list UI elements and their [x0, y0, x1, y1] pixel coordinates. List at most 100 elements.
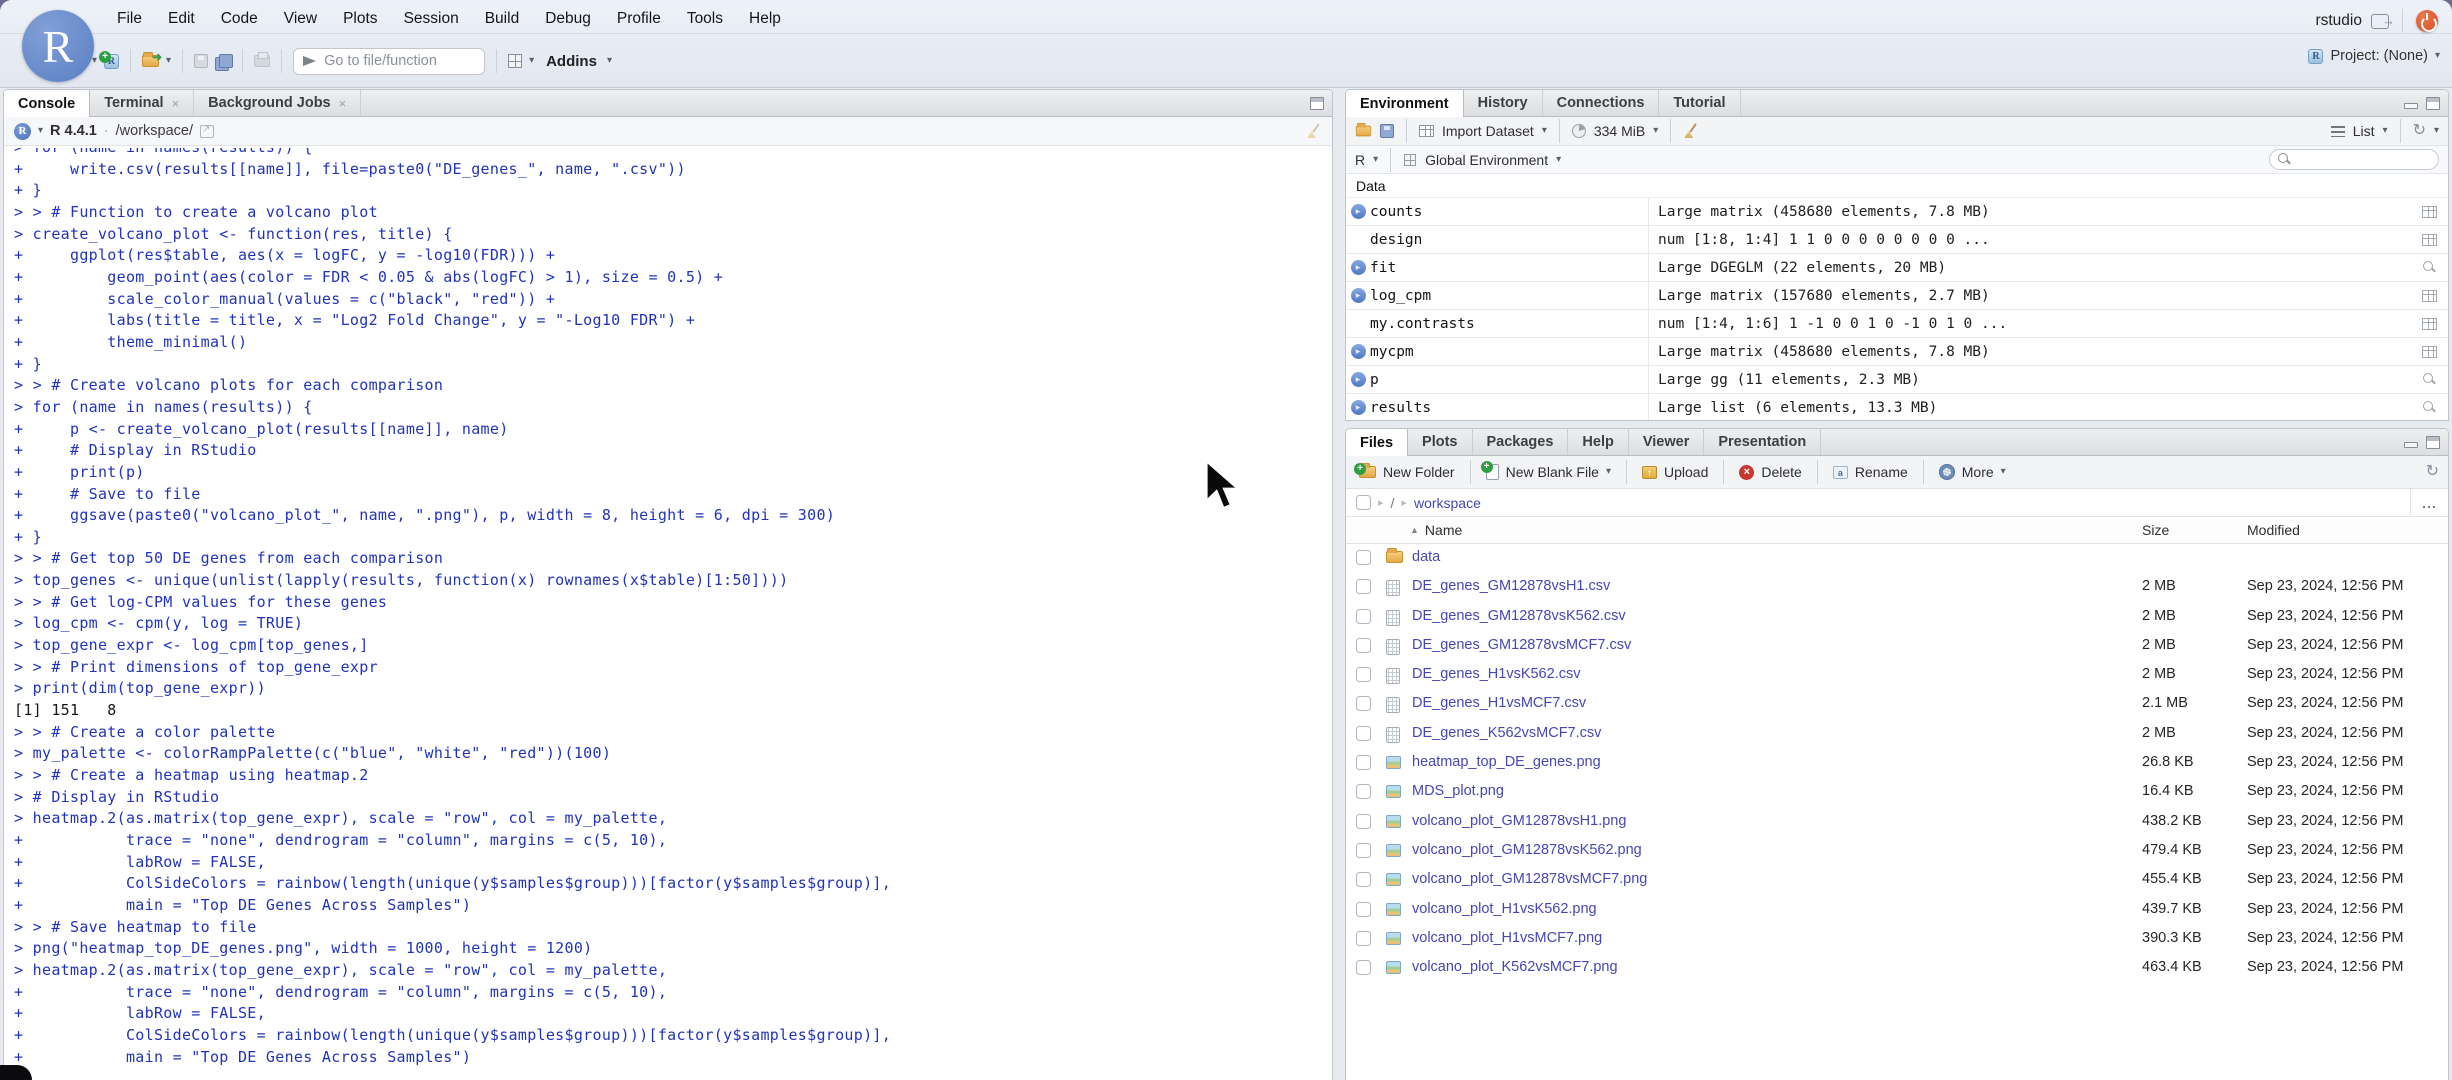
- file-name-link[interactable]: DE_genes_H1vsK562.csv: [1412, 666, 1580, 682]
- import-dataset-button[interactable]: Import Dataset: [1442, 123, 1534, 139]
- console-tab-background-jobs[interactable]: Background Jobs ×: [194, 90, 362, 116]
- file-row[interactable]: DE_genes_GM12878vsMCF7.csv 2 MB Sep 23, 20…: [1346, 632, 2448, 661]
- goto-file-function-input[interactable]: Go to file/function: [293, 47, 486, 75]
- more-button[interactable]: More ▾: [1935, 464, 2010, 480]
- save-all-icon[interactable]: [215, 53, 234, 71]
- addins-grid-icon[interactable]: [508, 54, 523, 68]
- breadcrumb-workspace-link[interactable]: workspace: [1414, 495, 1481, 511]
- open-in-window-icon[interactable]: [200, 124, 214, 138]
- file-row[interactable]: data: [1346, 544, 2448, 573]
- modified-column-header[interactable]: Modified: [2247, 522, 2300, 538]
- view-table-icon[interactable]: [2421, 233, 2437, 246]
- menu-debug[interactable]: Debug: [532, 5, 604, 33]
- menu-edit[interactable]: Edit: [155, 5, 208, 33]
- view-table-icon[interactable]: [2421, 205, 2437, 218]
- file-checkbox[interactable]: [1356, 960, 1371, 976]
- file-name-link[interactable]: data: [1412, 549, 1440, 565]
- new-blank-file-button[interactable]: + New Blank File ▾: [1480, 461, 1615, 480]
- console-output-area[interactable]: > for (name in names(results)) {+ write.…: [4, 148, 1332, 1080]
- minimize-pane-icon[interactable]: [2404, 442, 2418, 448]
- open-file-icon[interactable]: ➜: [142, 50, 162, 67]
- refresh-environment-icon[interactable]: ↻: [2413, 123, 2426, 139]
- console-tab-terminal[interactable]: Terminal ×: [90, 90, 195, 116]
- project-row[interactable]: R Project: (None) ▾: [2308, 48, 2440, 64]
- new-project-icon[interactable]: R +: [99, 50, 120, 69]
- file-checkbox[interactable]: [1356, 930, 1371, 946]
- file-checkbox[interactable]: [1356, 579, 1371, 595]
- file-name-link[interactable]: volcano_plot_H1vsK562.png: [1412, 901, 1597, 917]
- environment-object-row[interactable]: ▸ mycpm Large matrix (458680 elements, 7.8…: [1346, 338, 2448, 366]
- file-checkbox[interactable]: [1356, 608, 1371, 624]
- expand-object-icon[interactable]: ▸: [1350, 288, 1366, 303]
- file-name-link[interactable]: DE_genes_GM12878vsMCF7.csv: [1412, 637, 1631, 653]
- file-row[interactable]: volcano_plot_GM12878vsH1.png 438.2 KB Sep …: [1346, 808, 2448, 837]
- environment-object-row[interactable]: design num [1:8, 1:4] 1 1 0 0 0 0 0 0 0 0…: [1346, 226, 2448, 254]
- file-row[interactable]: DE_genes_K562vsMCF7.csv 2 MB Sep 23, 2024,…: [1346, 720, 2448, 749]
- menu-code[interactable]: Code: [208, 5, 271, 33]
- file-checkbox[interactable]: [1356, 637, 1371, 653]
- save-workspace-icon[interactable]: [1380, 124, 1394, 138]
- new-folder-button[interactable]: + New Folder: [1354, 463, 1459, 480]
- save-icon[interactable]: [194, 54, 209, 68]
- view-table-icon[interactable]: [2421, 317, 2437, 330]
- file-checkbox[interactable]: [1356, 784, 1371, 800]
- file-row[interactable]: volcano_plot_GM12878vsMCF7.png 455.4 KB Se…: [1346, 866, 2448, 895]
- inspect-object-icon[interactable]: [2422, 373, 2436, 386]
- file-row[interactable]: heatmap_top_DE_genes.png 26.8 KB Sep 23, 2…: [1346, 749, 2448, 778]
- files-tab-files[interactable]: Files: [1346, 429, 1409, 456]
- upload-button[interactable]: ↑ Upload: [1638, 464, 1712, 480]
- files-tab-viewer[interactable]: Viewer: [1629, 429, 1705, 455]
- open-file-caret-icon[interactable]: ▾: [166, 56, 171, 66]
- inspect-object-icon[interactable]: [2422, 401, 2436, 414]
- file-row[interactable]: volcano_plot_K562vsMCF7.png 463.4 KB Sep 2…: [1346, 954, 2448, 983]
- file-row[interactable]: MDS_plot.png 16.4 KB Sep 23, 2024, 12:56 P…: [1346, 778, 2448, 807]
- clear-environment-icon[interactable]: [1683, 123, 1699, 139]
- breadcrumb-root[interactable]: /: [1391, 495, 1395, 511]
- menu-file[interactable]: File: [104, 5, 155, 33]
- environment-object-row[interactable]: ▸ counts Large matrix (458680 elements, 7.…: [1346, 198, 2448, 226]
- name-column-header[interactable]: ▲ Name: [1410, 522, 1462, 538]
- power-quit-icon[interactable]: [2416, 10, 2438, 32]
- file-name-link[interactable]: volcano_plot_K562vsMCF7.png: [1412, 959, 1618, 975]
- file-checkbox[interactable]: [1356, 696, 1371, 712]
- expand-object-icon[interactable]: ▸: [1350, 344, 1366, 359]
- print-icon[interactable]: [254, 52, 271, 67]
- environment-object-row[interactable]: ▸ p Large gg (11 elements, 2.3 MB): [1346, 366, 2448, 394]
- file-checkbox[interactable]: [1356, 842, 1371, 858]
- file-name-link[interactable]: DE_genes_K562vsMCF7.csv: [1412, 725, 1601, 741]
- delete-button[interactable]: × Delete: [1735, 464, 1805, 480]
- maximize-pane-icon[interactable]: [2426, 96, 2440, 110]
- files-tab-packages[interactable]: Packages: [1473, 429, 1569, 455]
- environment-object-row[interactable]: ▸ fit Large DGEGLM (22 elements, 20 MB): [1346, 254, 2448, 282]
- addins-grid-caret-icon[interactable]: ▾: [529, 56, 534, 66]
- rename-button[interactable]: a Rename: [1829, 464, 1912, 480]
- environment-object-row[interactable]: my.contrasts num [1:4, 1:6] 1 -1 0 0 1 0 …: [1346, 310, 2448, 338]
- maximize-pane-icon[interactable]: [2426, 435, 2440, 449]
- maximize-pane-icon[interactable]: [1310, 96, 1324, 110]
- expand-object-icon[interactable]: ▸: [1350, 260, 1366, 275]
- expand-object-icon[interactable]: ▸: [1350, 400, 1366, 415]
- console-tab-console[interactable]: Console: [4, 90, 91, 117]
- file-checkbox[interactable]: [1356, 901, 1371, 917]
- minimize-pane-icon[interactable]: [2404, 103, 2418, 109]
- memory-caret-icon[interactable]: ▾: [1653, 126, 1658, 136]
- file-row[interactable]: DE_genes_H1vsMCF7.csv 2.1 MB Sep 23, 2024,…: [1346, 690, 2448, 719]
- environment-tab-history[interactable]: History: [1464, 90, 1543, 116]
- file-row[interactable]: volcano_plot_GM12878vsK562.png 479.4 KB Se…: [1346, 837, 2448, 866]
- files-tab-presentation[interactable]: Presentation: [1704, 429, 1822, 455]
- list-view-button[interactable]: List: [2353, 123, 2375, 139]
- file-checkbox[interactable]: [1356, 550, 1371, 565]
- file-row[interactable]: DE_genes_GM12878vsK562.csv 2 MB Sep 23, 20…: [1346, 603, 2448, 632]
- file-checkbox[interactable]: [1356, 813, 1371, 829]
- menu-help[interactable]: Help: [736, 5, 794, 33]
- r-version-caret-icon[interactable]: ▾: [38, 126, 43, 136]
- file-name-link[interactable]: volcano_plot_GM12878vsMCF7.png: [1412, 871, 1647, 887]
- expand-object-icon[interactable]: ▸: [1350, 204, 1366, 219]
- menu-tools[interactable]: Tools: [674, 5, 736, 33]
- file-name-link[interactable]: volcano_plot_GM12878vsK562.png: [1412, 842, 1642, 858]
- environment-search-input[interactable]: [2269, 149, 2439, 170]
- file-name-link[interactable]: DE_genes_GM12878vsH1.csv: [1412, 578, 1610, 594]
- view-table-icon[interactable]: [2421, 345, 2437, 358]
- menu-build[interactable]: Build: [472, 5, 532, 33]
- addins-button[interactable]: Addins: [546, 53, 597, 70]
